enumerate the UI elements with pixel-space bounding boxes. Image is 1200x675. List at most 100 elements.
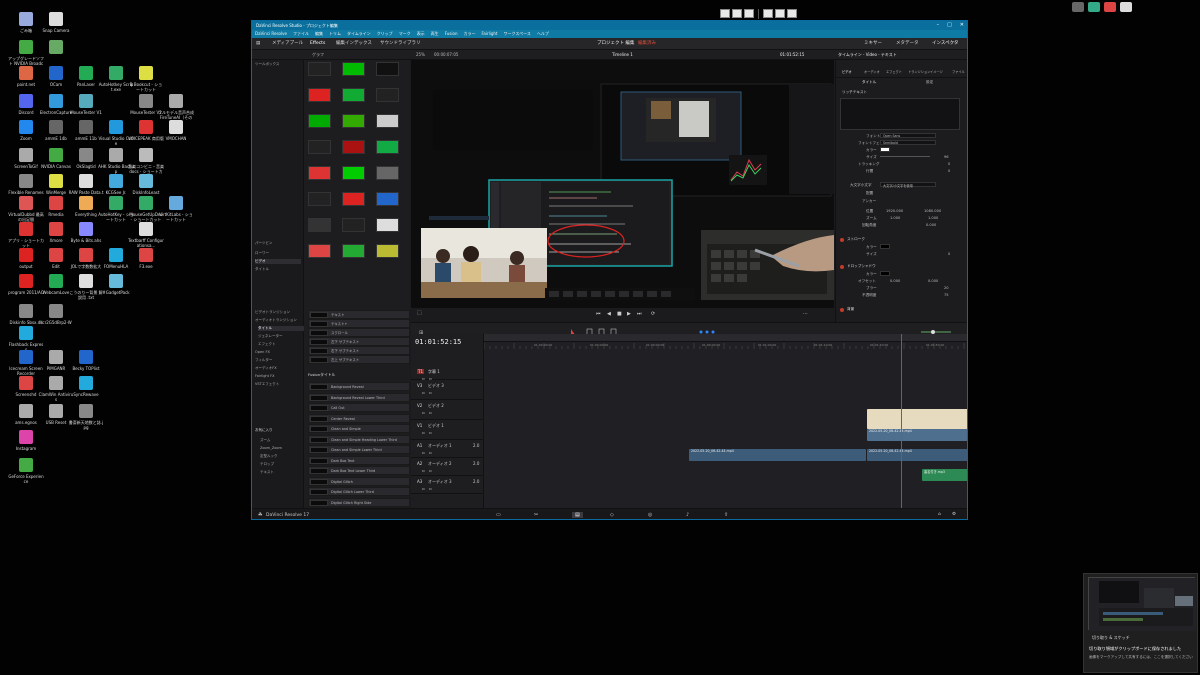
tray-app-icon[interactable] <box>775 9 785 18</box>
v1-clip-a[interactable]: 2022-05-20_06-42-44.mp4 <box>689 449 866 461</box>
desktop-icon[interactable]: scr2G5dBrp2-W <box>38 304 74 325</box>
desktop-icon[interactable]: MouseTester V1 <box>68 94 104 115</box>
menu-item[interactable]: クリップ <box>377 30 393 38</box>
a1-audio-clip[interactable]: 曲名付き.mp3 <box>922 469 967 481</box>
desktop-icon[interactable]: F3.exe <box>128 248 164 269</box>
desktop-icon[interactable]: GeForce Experience <box>8 458 44 484</box>
effects-button[interactable]: Effects <box>310 38 325 50</box>
position-y[interactable]: 1080.000 <box>924 209 941 213</box>
position-x[interactable]: 1920.000 <box>886 209 903 213</box>
nav-item[interactable]: ジェネレーター <box>258 334 283 339</box>
effect-thumbnail[interactable] <box>342 62 365 76</box>
inspector-tab[interactable]: ビデオ <box>842 69 852 74</box>
track-visibility-icon[interactable]: ▫ <box>429 390 432 395</box>
title-effect-item[interactable]: テキスト <box>308 310 410 319</box>
font-select[interactable]: Open Sans <box>880 133 936 138</box>
menu-item[interactable]: マーク <box>399 30 411 38</box>
close-icon[interactable]: ✕ <box>960 21 964 30</box>
effect-thumbnail[interactable] <box>308 192 331 206</box>
tray-status-icon[interactable] <box>1120 2 1132 12</box>
settings-icon[interactable]: ⚙ <box>952 512 956 517</box>
page-icon-3[interactable]: ◇ <box>610 512 614 518</box>
opacity-value[interactable]: 75 <box>944 293 949 297</box>
fusion-title-item[interactable]: Clean and Simple Heading Lower Third <box>308 434 410 444</box>
shadow-enable-icon[interactable] <box>840 265 844 269</box>
desktop-icon[interactable]: SyncRewave <box>68 376 104 397</box>
menu-item[interactable]: トリム <box>329 30 341 38</box>
loop-icon[interactable]: ⟳ <box>651 311 655 317</box>
effect-thumbnail[interactable] <box>308 218 331 232</box>
metadata-button[interactable]: メタデータ <box>896 38 919 50</box>
favorite-item[interactable]: テロップ <box>260 462 274 467</box>
inspector-subtab-settings[interactable]: 設定 <box>926 80 933 85</box>
timeline-name[interactable]: Timeline 1 <box>612 50 633 60</box>
go-to-end-icon[interactable]: ⏭ <box>637 311 642 317</box>
case-select[interactable]: 大文字/小文字を使用 <box>880 182 936 188</box>
rich-text-input[interactable] <box>840 98 960 130</box>
notification-thumbnail[interactable] <box>1088 577 1196 631</box>
desktop-icon[interactable]: 音楽コンビニ・音楽docs - ショートカット <box>128 148 164 174</box>
menu-item[interactable]: 再生 <box>431 30 439 38</box>
effect-thumbnail[interactable] <box>342 114 365 128</box>
track-visibility-icon[interactable]: ▫ <box>429 450 432 455</box>
fusion-title-item[interactable]: Dark Box Text Lower Third <box>308 466 410 475</box>
effect-thumbnail[interactable] <box>308 114 331 128</box>
fusion-title-item[interactable]: Digital Glitch Lower Third <box>308 487 410 496</box>
favorite-item[interactable]: Zoom_Zoom <box>260 446 282 450</box>
desktop-icon[interactable]: Instagram <box>8 430 44 451</box>
effect-thumbnail[interactable] <box>376 218 399 232</box>
effect-thumbnail[interactable] <box>376 88 399 102</box>
stroke-size-value[interactable]: 0 <box>948 252 950 256</box>
track-lock-icon[interactable]: ▫ <box>422 468 425 473</box>
desktop-icon[interactable]: フルモデル音声合成 FireTuneAI（その他） <box>158 94 194 120</box>
effect-thumbnail[interactable] <box>376 62 399 76</box>
page-icon-2[interactable]: ▤ <box>572 512 583 518</box>
effect-thumbnail[interactable] <box>308 88 331 102</box>
minimize-icon[interactable]: – <box>937 21 940 30</box>
text-color-swatch[interactable] <box>880 147 890 152</box>
stop-icon[interactable]: ■ <box>617 311 622 317</box>
favorite-item[interactable]: ズーム <box>260 438 270 443</box>
effect-thumbnail[interactable] <box>308 140 331 154</box>
track-visibility-icon[interactable]: ▫ <box>429 486 432 491</box>
nav-item[interactable]: オーディオトランジション <box>255 318 297 323</box>
parts-bin-item-1[interactable]: ビデオ <box>255 259 301 264</box>
inspector-subtab-title[interactable]: タイトル <box>862 80 876 85</box>
effect-thumbnail[interactable] <box>376 140 399 154</box>
inspector-button[interactable]: インスペクタ <box>932 38 958 50</box>
effect-thumbnail[interactable] <box>342 166 365 180</box>
desktop-icon[interactable]: Flashback Express <box>8 326 44 352</box>
title-effect-item[interactable]: 左下 サブテキスト <box>308 337 410 346</box>
media-pool-icon[interactable]: ▤ <box>256 38 260 50</box>
nav-item[interactable]: フィルター <box>255 358 272 363</box>
v3-title-clip[interactable] <box>867 409 967 429</box>
desktop-icon[interactable]: 書斎新天地数と誌.jpg <box>68 404 104 430</box>
track-visibility-icon[interactable]: ▫ <box>429 430 432 435</box>
menu-item[interactable]: ファイル <box>293 30 309 38</box>
title-effect-item[interactable]: 左上 サブテキスト <box>308 355 410 364</box>
menu-item[interactable]: Fairlight <box>481 30 497 38</box>
tray-app-icon[interactable] <box>763 9 773 18</box>
effect-thumbnail[interactable] <box>308 244 331 258</box>
page-icon-5[interactable]: ♪ <box>686 512 689 518</box>
fusion-title-item[interactable]: Dark Box Text <box>308 455 410 465</box>
desktop-icon[interactable]: VirtKitLabs - ショートカット <box>158 196 194 222</box>
menu-item[interactable]: カラー <box>463 30 475 38</box>
tray-status-icon[interactable] <box>1104 2 1116 12</box>
title-effect-item[interactable]: スクロール <box>308 328 410 337</box>
effect-thumbnail[interactable] <box>376 244 399 258</box>
track-lock-icon[interactable]: ▫ <box>422 486 425 491</box>
desktop-icon[interactable]: VMOCHAN <box>158 120 194 141</box>
parts-bin-item-0[interactable]: ローワー <box>255 251 269 256</box>
line-spacing-value[interactable]: 0 <box>948 169 950 173</box>
shadow-y[interactable]: 0.000 <box>928 279 938 283</box>
v1-clip-b[interactable]: 2022-05-20_06-42-44.mp4 <box>867 449 967 461</box>
fusion-title-item[interactable]: Center Reveal <box>308 413 410 423</box>
playhead[interactable] <box>901 334 902 508</box>
v2-clip[interactable]: 2022-05-20_06-42-44.mp4 <box>867 429 967 441</box>
desktop-icon[interactable]: B Bookcut - ショートカット <box>128 66 164 92</box>
viewer-zoom[interactable]: 25% <box>416 50 425 60</box>
maximize-icon[interactable]: □ <box>947 21 952 30</box>
nav-item[interactable]: Fairlight FX <box>255 374 275 378</box>
favorite-item[interactable]: 定型ルック <box>260 454 278 459</box>
